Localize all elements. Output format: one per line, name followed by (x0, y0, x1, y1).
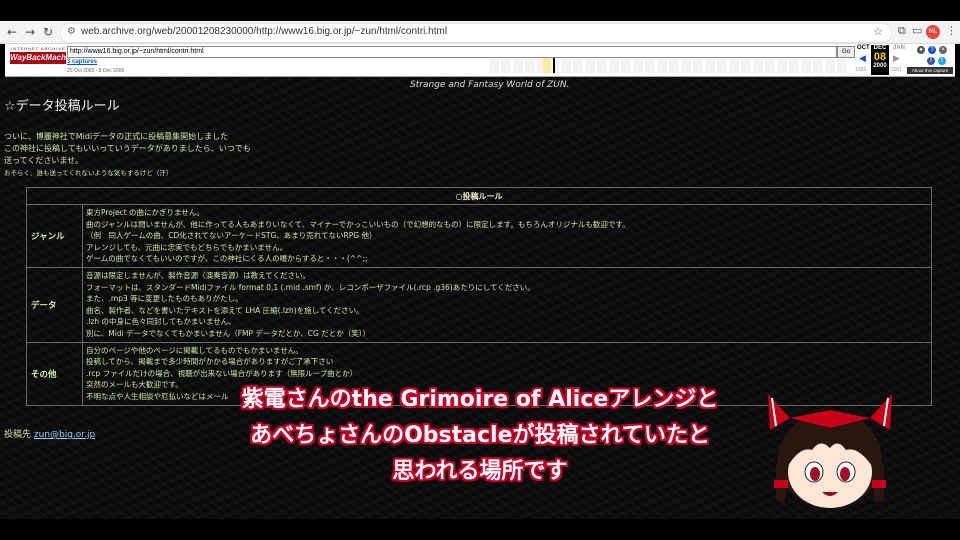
address-url: web.archive.org/web/20001208230000/http:… (81, 26, 448, 37)
rule-line: 曲のジャンルは問いませんが、他に作ってる人もあまりいなくて、マイナーでかっこいい… (86, 219, 630, 229)
rule-line: 別に、Midi データでなくてもかまいません（FMP データだとか、CG だとか… (86, 328, 370, 338)
rule-content-genre: 東方Project の曲にかぎりません。 曲のジャンルは問いませんが、他に作って… (82, 204, 932, 268)
contact-line: 投稿先 zun@big.or.jp (4, 427, 95, 440)
intro-text: ついに、博麗神社でMidiデータの正式に投稿募集開始しました この神社に投稿して… (4, 131, 251, 179)
wayback-url-input[interactable]: http://www16.big.or.jp/~zun/html/contri.… (67, 46, 837, 58)
video-frame: ← → ↻ ⚙ web.archive.org/web/200012082300… (0, 0, 960, 540)
help-icon[interactable]: ? (928, 46, 936, 54)
rule-line: アレンジしても、元曲に忠実でもどちらでもかまいません。 (86, 242, 288, 252)
page-title: ☆データ投稿ルール (4, 99, 120, 114)
rules-header: ○投稿ルール (26, 187, 932, 205)
table-row: データ 音源は限定しませんが、製作音源（演奏音源）は教えてください。 フォーマッ… (26, 266, 932, 343)
day-current: 08 (873, 51, 887, 63)
month-next[interactable]: JAN (893, 45, 905, 51)
rule-line: .rcp ファイルだけの場合、視聴が出来ない場合があります（無限ループ曲とか） (86, 368, 358, 378)
prev-capture-arrow-icon[interactable]: ◀ (859, 53, 866, 64)
wayback-go-button[interactable]: Go (837, 46, 855, 58)
rules-table: ○投稿ルール ジャンル 東方Project の曲にかぎりません。 曲のジャンルは… (26, 187, 932, 406)
contact-email-link[interactable]: zun@big.or.jp (34, 430, 95, 440)
rule-content-data: 音源は限定しませんが、製作音源（演奏音源）は教えてください。 フォーマットは、ス… (82, 266, 932, 343)
wayback-logo-caption: INTERNET ARCHIVE (11, 46, 66, 51)
close-icon[interactable]: × (939, 46, 947, 54)
rule-line: 曲名、製作者、などを書いたテキストを添えて LHA 圧縮(.lzh)を施してくだ… (86, 305, 364, 315)
site-banner: Strange and Fantasy World of ZUN. (410, 80, 570, 90)
year-prev[interactable]: 1999 (855, 67, 866, 73)
intro-line: ついに、博麗神社でMidiデータの正式に投稿募集開始しました (4, 132, 229, 141)
sparkline-year-highlight (543, 58, 551, 73)
intro-line: この神社に投稿してもいいっていうデータがありましたら、いつでも (4, 144, 251, 153)
subtitle-line: 紫電さんのthe Grimoire of Aliceアレンジと (241, 387, 719, 412)
current-capture-date: DEC 08 2000 (871, 45, 889, 75)
back-arrow-icon[interactable]: ← (4, 24, 20, 40)
user-icon[interactable]: ● (917, 46, 925, 54)
subtitle-line: 思われる場所です (392, 459, 568, 484)
intro-note: おそらく、誰も送ってくれないような気もするけど（汗） (4, 169, 173, 177)
site-info-icon[interactable]: ⚙ (67, 26, 76, 37)
menu-kebab-icon[interactable]: ⋮ (946, 24, 957, 37)
sparkline-current-marker (553, 58, 555, 73)
year-next[interactable]: 2001 (891, 67, 902, 73)
facebook-icon[interactable]: f (927, 57, 935, 65)
rule-label-other: その他 (26, 341, 83, 406)
about-capture-button[interactable]: About this capture (907, 67, 953, 74)
extensions-icon[interactable]: ⧉ (898, 24, 906, 38)
contact-label: 投稿先 (4, 430, 32, 440)
rule-line: 投稿してから、掲載まで多少時間がかかる場合がありますがご了承下さい (86, 357, 334, 367)
rule-label-genre: ジャンル (26, 204, 83, 268)
browser-toolbar: ← → ↻ ⚙ web.archive.org/web/200012082300… (0, 21, 960, 44)
rule-line: フォーマットは、スタンダードMidiファイル format 0,1 (.mid … (86, 282, 535, 292)
twitter-icon[interactable]: t (938, 57, 946, 65)
rule-line: 自分のページや他のページに掲載してるものでもかまいません。 (86, 345, 303, 355)
bookmark-star-icon[interactable]: ☆ (873, 25, 883, 38)
year-current: 2000 (873, 63, 887, 69)
rule-line: 音源は限定しませんが、製作音源（演奏音源）は教えてください。 (86, 270, 311, 280)
captures-link[interactable]: 3 captures (67, 59, 97, 65)
rule-line: 東方Project の曲にかぎりません。 (86, 208, 204, 217)
month-prev[interactable]: OCT (857, 45, 870, 51)
video-subtitle: 紫電さんのthe Grimoire of Aliceアレンジと あべちょさんのO… (200, 382, 760, 490)
rule-label-data: データ (26, 266, 83, 343)
profile-avatar[interactable]: ML (926, 25, 940, 39)
rule-line: ゲームの曲でなくてもいいのですが、この神社にくる人の嗜からすると・・・(^^;; (86, 254, 368, 264)
address-bar[interactable]: ⚙ web.archive.org/web/20001208230000/htt… (60, 23, 892, 43)
rule-line: （例 同人ゲームの曲、CD化されてないアーケードSTG、あまり売れてないRPG … (86, 231, 377, 241)
forward-arrow-icon[interactable]: → (22, 24, 38, 40)
yukkuri-reimu-character-icon (768, 394, 892, 508)
table-row: ジャンル 東方Project の曲にかぎりません。 曲のジャンルは問いませんが、… (26, 204, 932, 268)
rule-line: また、.mp3 等に変更したものもありがたし。 (86, 294, 243, 304)
sidepanel-icon[interactable]: ▭ (912, 24, 922, 37)
capture-range: 20 Oct 2000 - 8 Dec 2000 (67, 68, 125, 74)
wayback-logo[interactable]: WayBackMachine (10, 52, 77, 64)
wayback-toolbar: INTERNET ARCHIVE WayBackMachine http://w… (5, 44, 955, 77)
next-capture-arrow-icon[interactable]: ▶ (893, 53, 900, 64)
subtitle-line: あべちょさんのObstacleが投稿されていたと (250, 423, 710, 448)
reload-icon[interactable]: ↻ (40, 24, 56, 40)
intro-line: 送ってくださいませ。 (4, 156, 84, 165)
rule-line: .lzh の中身に色々同封してもかまいません。 (86, 317, 236, 327)
